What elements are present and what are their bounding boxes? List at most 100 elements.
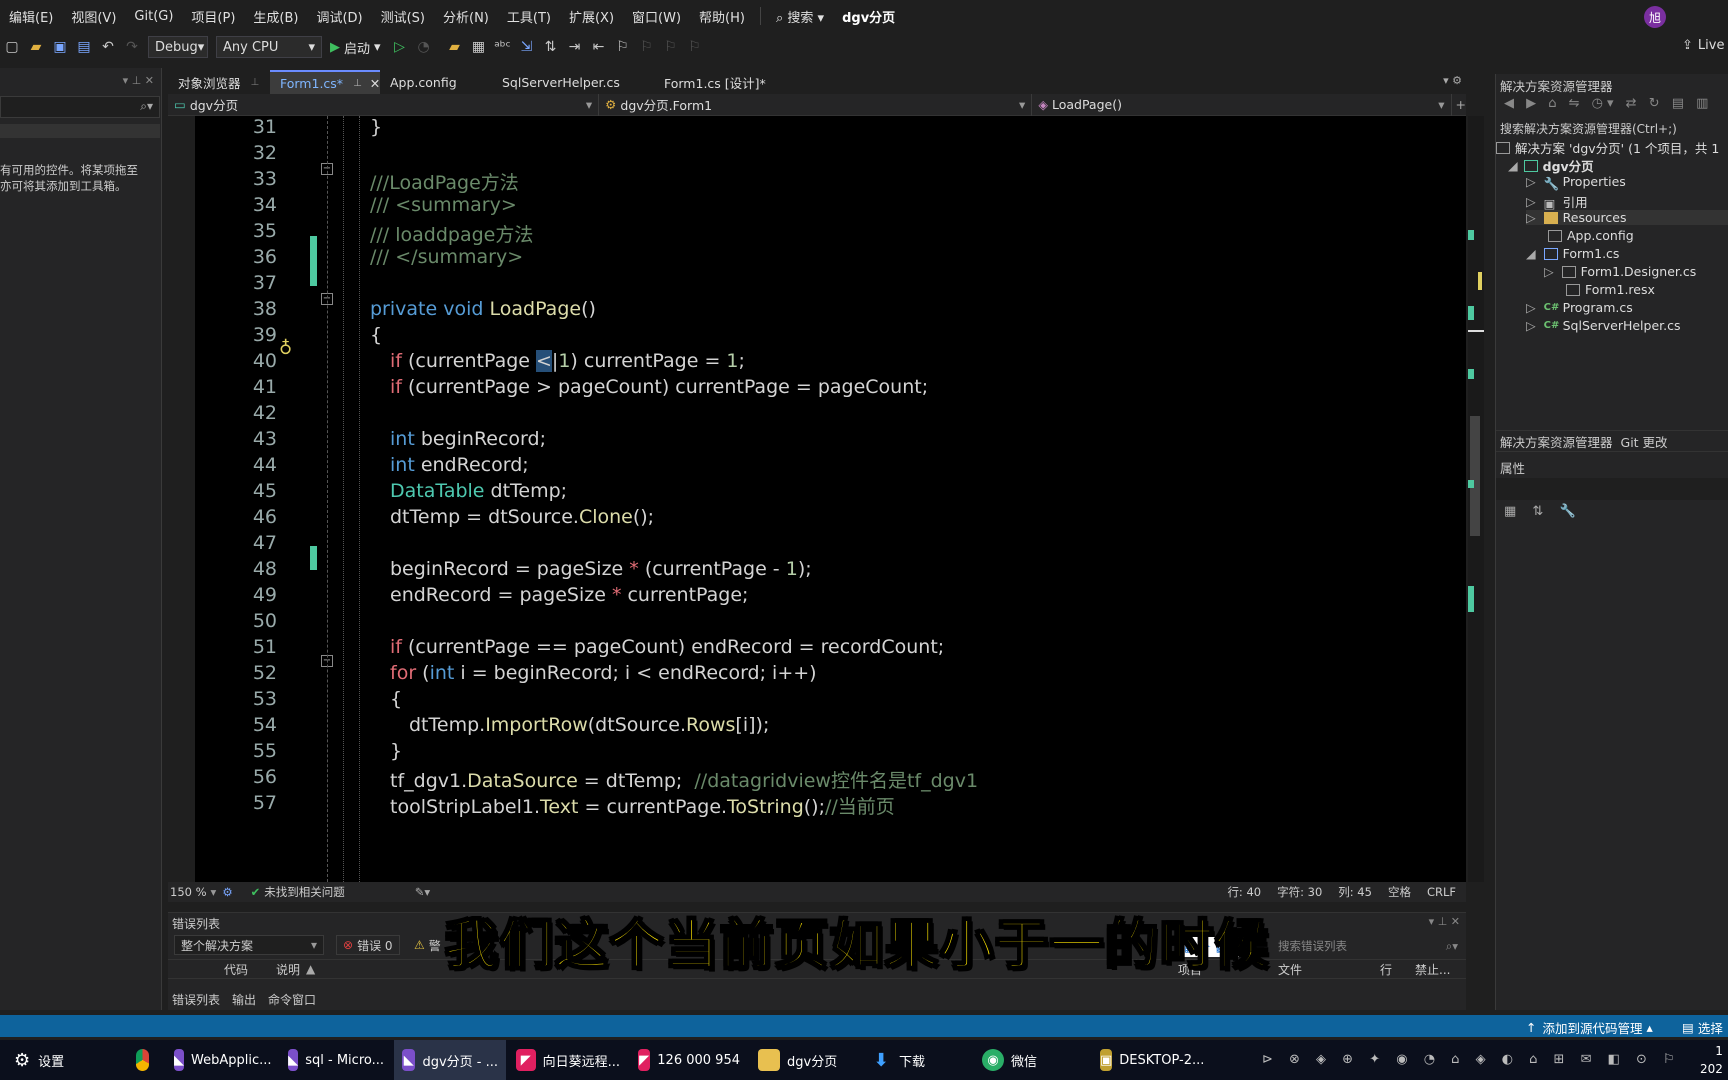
whitespace-indicator[interactable]: 空格 [1388,884,1411,900]
taskbar-app-remote-id[interactable]: ◤ 126 000 954 [630,1040,748,1080]
col-line[interactable]: 行 [1380,961,1392,978]
tree-app-config[interactable]: App.config [1548,228,1634,243]
issues-label[interactable]: 未找到相关问题 [264,884,345,900]
tree-program[interactable]: ▷ C# Program.cs [1526,300,1633,315]
select-repo-button[interactable]: ▤ 选择 [1682,1018,1723,1037]
pin-icon[interactable]: ⊥ [251,77,260,88]
taskbar-settings[interactable]: ⚙ 设置 [6,1040,126,1080]
outdent-icon[interactable]: ⇤ [590,38,608,56]
taskbar-app-wechat[interactable]: ◉ 微信 [974,1040,1090,1080]
split-icon[interactable]: + [1456,97,1466,112]
step-icon[interactable]: ⇲ [518,38,536,56]
menu-view[interactable]: 视图(V) [62,7,125,26]
menu-help[interactable]: 帮助(H) [690,7,754,26]
menu-extensions[interactable]: 扩展(X) [560,7,623,26]
close-icon[interactable]: ✕ [370,76,380,91]
redo-icon[interactable]: ↷ [123,38,141,56]
save-icon[interactable]: ▣ [51,38,69,56]
tab-form1-designer[interactable]: Form1.cs [设计]* [654,70,794,94]
project-dropdown[interactable]: ▭ dgv分页 ▾ [168,93,600,116]
tab-git-changes[interactable]: Git 更改 [1617,432,1672,451]
char-indicator[interactable]: 字符: 30 [1277,884,1322,900]
tree-solution-root[interactable]: 解决方案 'dgv分页' (1 个项目，共 1 [1496,138,1719,157]
clock[interactable]: 1 202 [1700,1042,1723,1078]
tab-sqlserverhelper[interactable]: SqlServerHelper.cs [492,70,654,94]
toolbox-pin-icon[interactable]: ▾ ⊥ ✕ [0,74,160,88]
taskbar-app-downloads[interactable]: ⬇ 下载 [862,1040,972,1080]
menu-edit[interactable]: 编辑(E) [0,7,62,26]
menu-debug[interactable]: 调试(D) [307,7,371,26]
hot-reload-icon[interactable]: ◔ [415,38,433,56]
tree-properties[interactable]: ▷ 🔧 Properties [1526,174,1626,191]
source-control-button[interactable]: ↑ 添加到源代码管理 ▴ [1526,1018,1653,1037]
layout-icon[interactable]: ▦ [470,38,488,56]
spellcheck-icon[interactable]: ᵃᵇᶜ [494,38,512,56]
taskbar-app-folder-dgv[interactable]: dgv分页 [750,1040,860,1080]
zoom-select[interactable]: 150 % [170,885,207,899]
brush-icon[interactable]: ✎▾ [415,885,430,899]
tab-app-config[interactable]: App.config [380,70,492,94]
save-all-icon[interactable]: ▤ [75,38,93,56]
line-indicator[interactable]: 行: 40 [1227,884,1261,900]
tree-form1-resx[interactable]: Form1.resx [1566,282,1655,297]
new-project-icon[interactable]: ▢ [3,38,21,56]
bookmark-prev-icon[interactable]: ⚐ [638,38,656,56]
col-desc[interactable]: 说明 [276,961,300,978]
system-tray-icons[interactable]: ⊳ ⊗ ◈ ⊕ ✦ ◉ ◔ ⌂ ◈ ◐ ⌂ ⊞ ✉ ◧ ⊙ ⚐ [1262,1052,1681,1067]
live-share-button[interactable]: ⇪ Live [1682,38,1724,53]
col-code[interactable]: 代码 [224,961,248,978]
tab-form1-cs[interactable]: Form1.cs* ⊥ ✕ [270,70,380,94]
errors-filter-button[interactable]: ⊗ 错误 0 [336,935,400,955]
tree-references[interactable]: ▷ ▣ 引用 [1526,192,1588,211]
tab-solution-explorer[interactable]: 解决方案资源管理器 [1496,432,1617,451]
tab-object-browser[interactable]: 对象浏览器 ⊥ [168,70,270,94]
error-search-input[interactable]: 搜索错误列表 ⌕▾ [1278,937,1458,955]
bookmark-icon[interactable]: ⚐ [614,38,632,56]
properties-toolbar[interactable]: ▦ ⇅ 🔧 [1504,504,1582,519]
folder-icon[interactable]: ▰ [446,38,464,56]
tab-command-window[interactable]: 命令窗口 [264,991,320,1008]
menu-window[interactable]: 窗口(W) [623,7,690,26]
menu-build[interactable]: 生成(B) [244,7,307,26]
taskbar-app-sql[interactable]: ◣ sql - Micro... [280,1040,392,1080]
panel-controls-icon[interactable]: ▾ ⊥ ✕ [1429,915,1460,928]
editor-scrollbar[interactable] [1468,116,1484,882]
avatar[interactable]: 旭 [1644,6,1666,28]
code-cleanup-icon[interactable]: ⚙ [222,885,232,899]
menu-project[interactable]: 项目(P) [182,7,244,26]
code-editor[interactable]: 31 32 33 34 35 36 37 38 39 40 41 42 43 44 45 46 47 48 49 50… [195,116,1466,882]
open-icon[interactable]: ▰ [27,38,45,56]
tab-output[interactable]: 输出 [228,991,260,1008]
menu-analyze[interactable]: 分析(N) [434,7,498,26]
bookmark-clear-icon[interactable]: ⚐ [686,38,704,56]
member-dropdown[interactable]: ◈ LoadPage() ▾ [1032,93,1452,116]
col-suppress[interactable]: 禁止... [1415,961,1450,978]
lightbulb-icon[interactable]: ♁ [279,338,292,359]
taskbar-app-webapplic[interactable]: ◣ WebApplic... [166,1040,278,1080]
eol-indicator[interactable]: CRLF [1427,885,1456,899]
taskbar-chrome[interactable] [128,1040,164,1080]
undo-icon[interactable]: ↶ [99,38,117,56]
tab-error-list[interactable]: 错误列表 [168,991,224,1008]
taskbar-app-desktop[interactable]: ▣ DESKTOP-2... [1092,1040,1204,1080]
tree-form1[interactable]: ◢ Form1.cs [1526,246,1619,261]
config-select[interactable]: Debug ▾ [148,36,208,58]
warnings-filter-button[interactable]: ⚠ 警 [408,935,447,955]
properties-object-select[interactable] [1496,478,1728,500]
start-button[interactable]: ▶ 启动 ▾ [330,38,381,57]
tree-sqlserverhelper[interactable]: ▷ C# SqlServerHelper.cs [1526,318,1681,333]
scope-select[interactable]: 整个解决方案 ▾ [174,935,324,955]
class-dropdown[interactable]: ⚙ dgv分页.Form1 ▾ [599,93,1033,116]
toolbox-search-input[interactable]: ⌕▾ [0,96,160,118]
menu-git[interactable]: Git(G) [125,9,182,24]
pin-icon[interactable]: ⊥ [353,78,362,89]
taskbar-app-sunlogin[interactable]: ◤ 向日葵远程... [508,1040,628,1080]
start-without-debug-icon[interactable]: ▷ [391,38,409,56]
step-over-icon[interactable]: ⇅ [542,38,560,56]
taskbar-app-dgv[interactable]: ◣ dgv分页 - ... [394,1040,506,1080]
menu-test[interactable]: 测试(S) [372,7,434,26]
solution-search-input[interactable]: 搜索解决方案资源管理器(Ctrl+;) [1500,120,1726,137]
menu-tools[interactable]: 工具(T) [498,7,560,26]
indent-icon[interactable]: ⇥ [566,38,584,56]
platform-select[interactable]: Any CPU ▾ [216,36,322,58]
